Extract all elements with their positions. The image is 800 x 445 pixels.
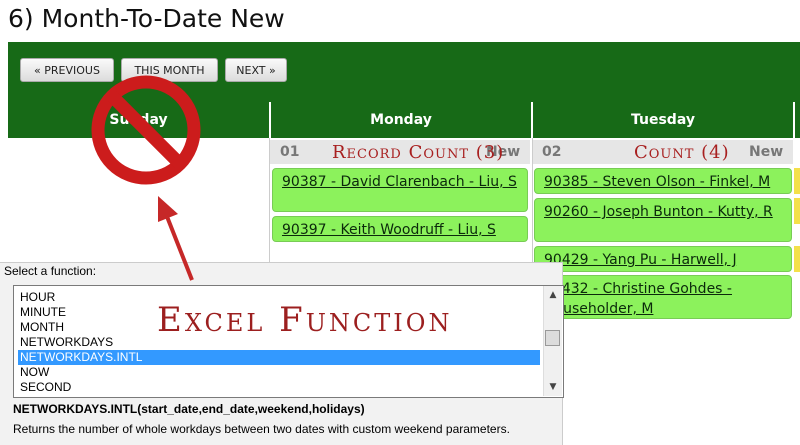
no-sign-icon bbox=[91, 75, 201, 185]
arrow-icon bbox=[158, 196, 194, 281]
annotation-overlay bbox=[91, 75, 201, 281]
